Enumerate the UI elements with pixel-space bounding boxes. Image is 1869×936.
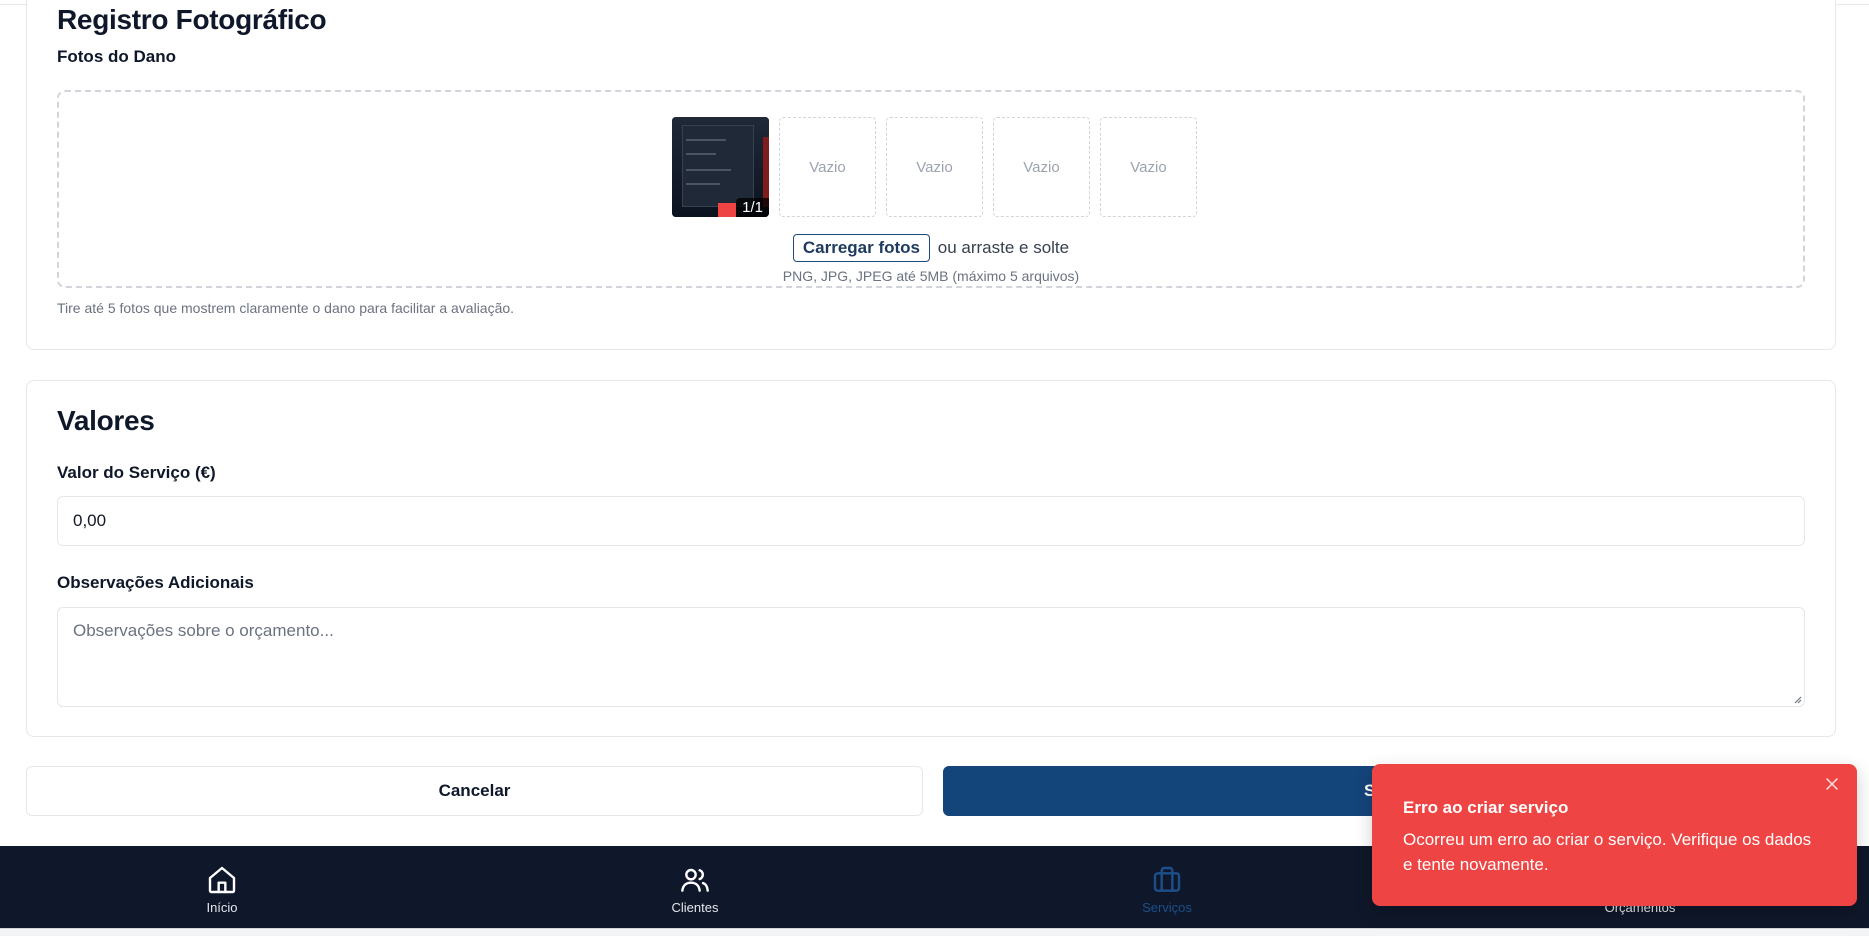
toast-title: Erro ao criar serviço: [1403, 798, 1569, 817]
empty-photo-slot: Vazio: [993, 117, 1090, 217]
section-title-photos: Registro Fotográfico: [57, 4, 327, 35]
resize-grip-icon[interactable]: [1792, 694, 1802, 704]
cancel-button[interactable]: Cancelar: [26, 766, 923, 816]
upload-photos-button[interactable]: Carregar fotos: [792, 234, 931, 262]
photo-slots: 1/1 Vazio Vazio Vazio Vazio: [672, 117, 1197, 217]
upload-row: Carregar fotos ou arraste e solte: [59, 234, 1803, 262]
file-type-hint: PNG, JPG, JPEG até 5MB (máximo 5 arquivo…: [782, 268, 1080, 284]
photo-thumbnail[interactable]: 1/1: [672, 117, 769, 217]
photo-counter: 1/1: [736, 198, 769, 217]
nav-label: Início: [206, 900, 238, 915]
nav-item-clientes[interactable]: Clientes: [545, 846, 845, 928]
photo-dropzone[interactable]: 1/1 Vazio Vazio Vazio Vazio Carregar fot…: [57, 90, 1805, 288]
service-value-label: Valor do Serviço (€): [57, 463, 216, 482]
photos-label: Fotos do Dano: [57, 47, 176, 66]
nav-label: Serviços: [1142, 900, 1192, 915]
close-icon[interactable]: [1824, 776, 1840, 792]
service-value-input[interactable]: 0,00: [57, 496, 1805, 546]
notes-label: Observações Adicionais: [57, 573, 254, 592]
empty-photo-slot: Vazio: [886, 117, 983, 217]
nav-item-servicos[interactable]: Serviços: [1017, 846, 1317, 928]
drag-drop-text: ou arraste e solte: [937, 238, 1070, 257]
empty-photo-slot: Vazio: [779, 117, 876, 217]
section-title-values: Valores: [57, 405, 155, 436]
notes-textarea[interactable]: Observações sobre o orçamento...: [57, 607, 1805, 707]
empty-photo-slot: Vazio: [1100, 117, 1197, 217]
notes-placeholder: Observações sobre o orçamento...: [73, 621, 334, 640]
nav-item-inicio[interactable]: Início: [72, 846, 372, 928]
error-toast: Erro ao criar serviço Ocorreu um erro ao…: [1372, 764, 1857, 906]
briefcase-icon: [1153, 866, 1181, 892]
photos-help-text: Tire até 5 fotos que mostrem claramente …: [57, 300, 515, 316]
home-icon: [208, 866, 236, 894]
values-card: Valores Valor do Serviço (€) 0,00 Observ…: [26, 380, 1836, 737]
photos-card: Registro Fotográfico Fotos do Dano 1/1 V…: [26, 0, 1836, 350]
users-icon: [681, 868, 709, 892]
toast-message: Ocorreu um erro ao criar o serviço. Veri…: [1403, 830, 1812, 874]
nav-label: Clientes: [671, 900, 719, 915]
